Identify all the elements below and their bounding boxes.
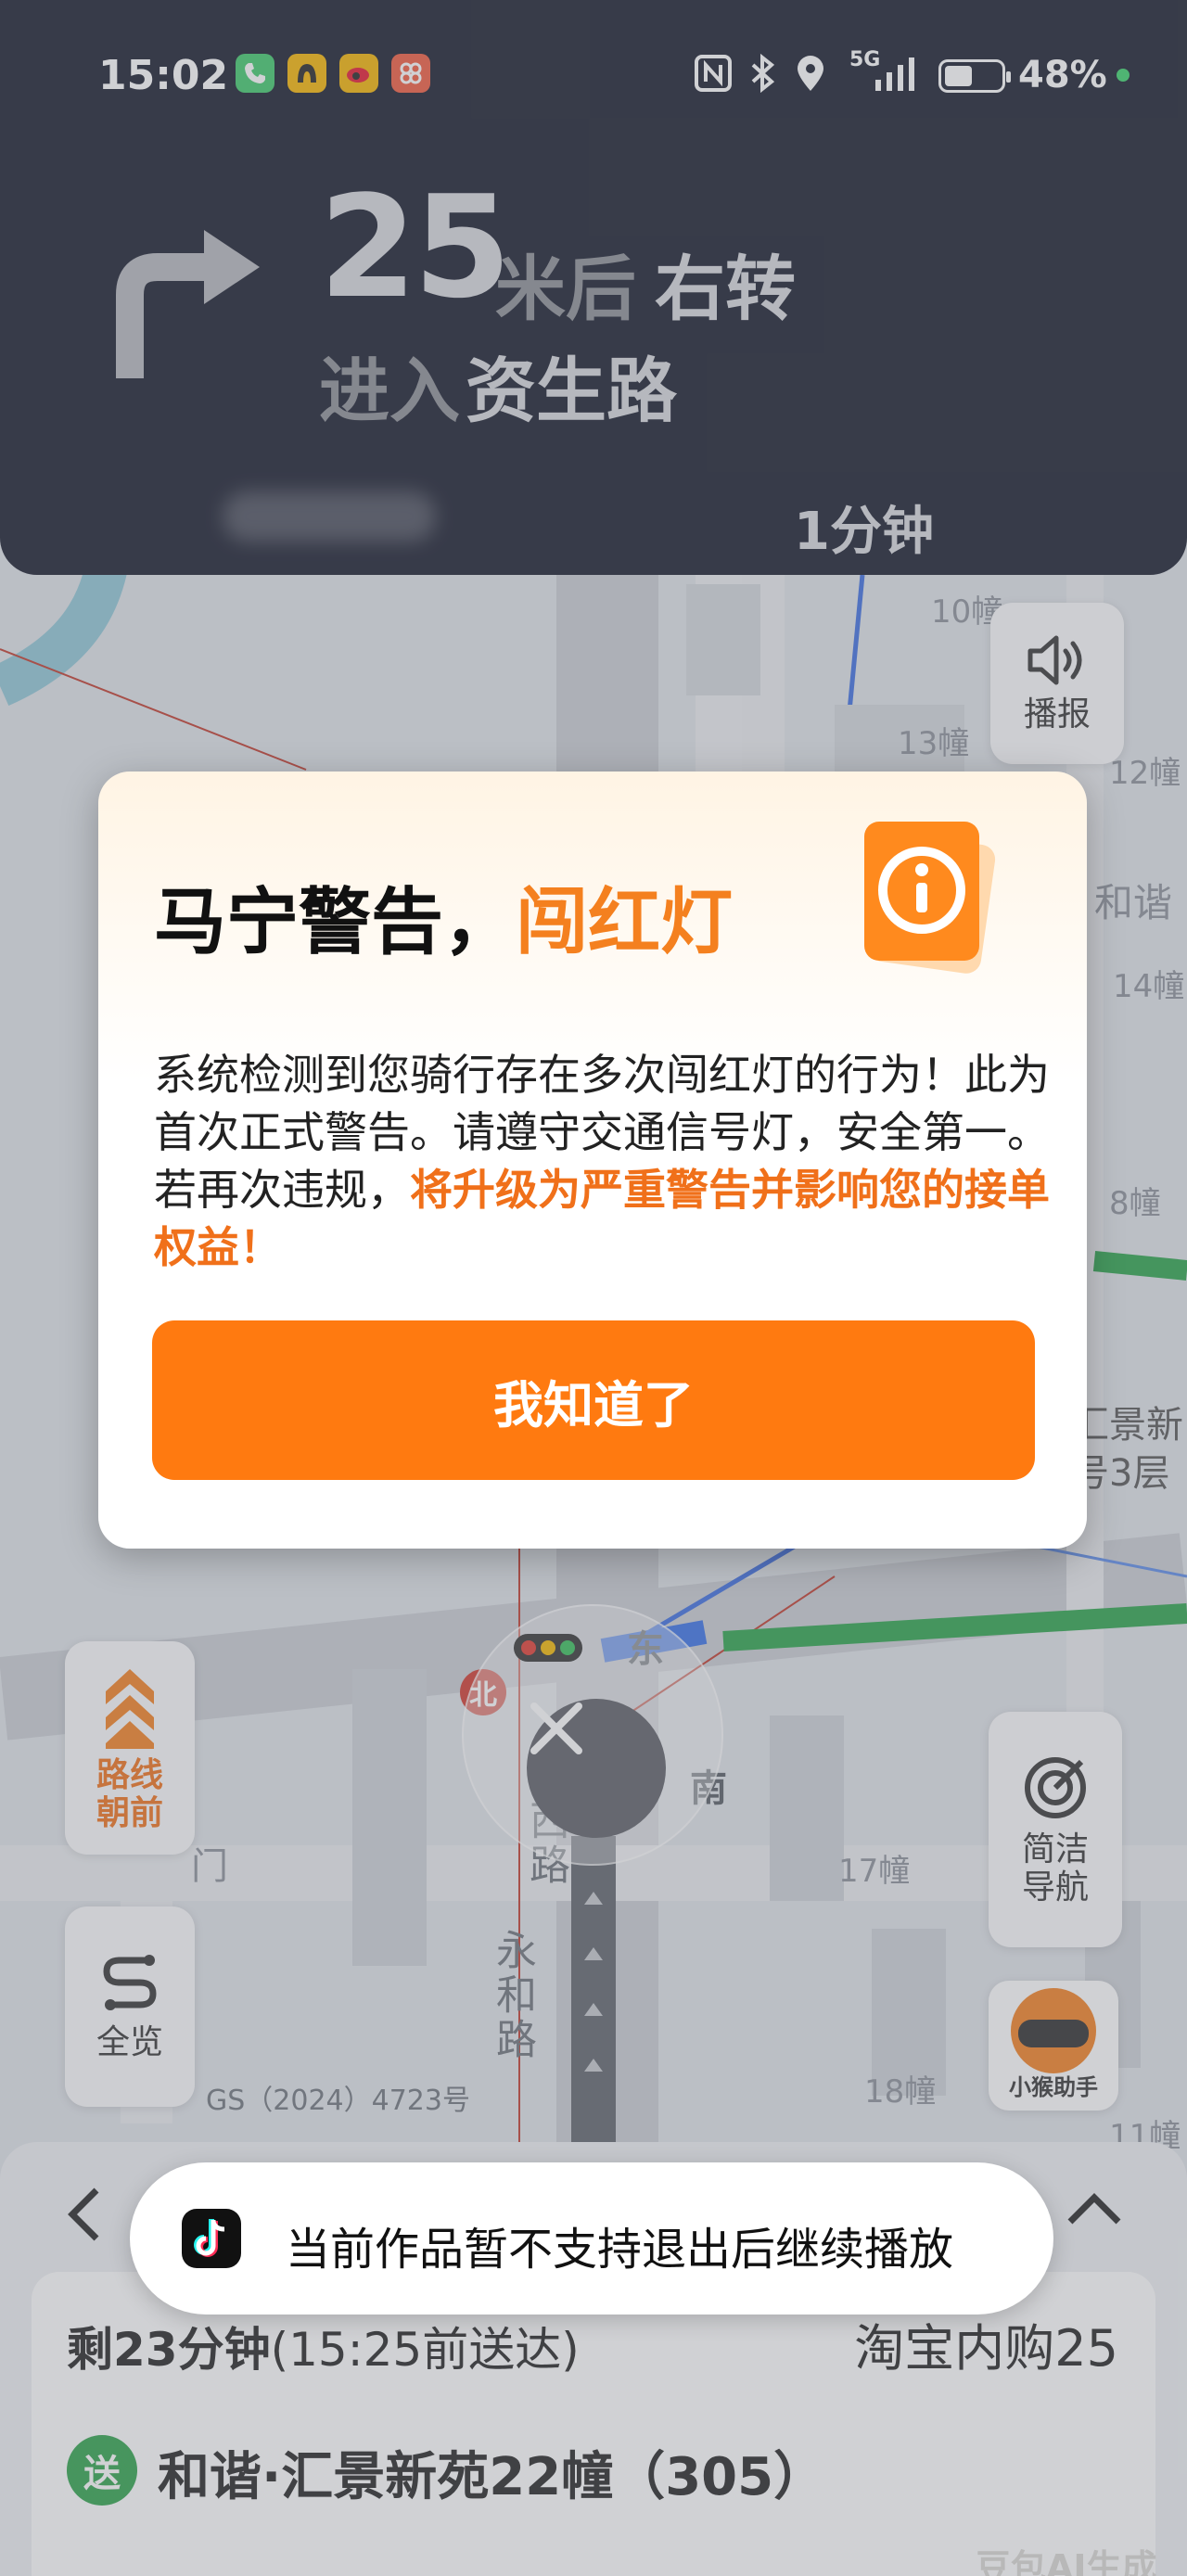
turn-right-icon	[116, 230, 260, 378]
remaining-time: 剩23分钟(15:25前送达)	[67, 2313, 580, 2379]
info-icon	[864, 822, 996, 974]
enter-label: 进入	[319, 350, 460, 432]
map-license: GS（2024）4723号	[206, 2085, 470, 2117]
simple-nav-button[interactable]: 简洁导航	[989, 1712, 1122, 1947]
remaining-distance-blurred	[223, 491, 436, 542]
map-label: 17幢	[838, 1853, 911, 1890]
order-platform: 淘宝内购25	[854, 2319, 1118, 2378]
deliver-badge: 送	[67, 2435, 137, 2506]
map-label: 13幢	[898, 725, 970, 762]
status-time: 15:02	[98, 52, 229, 99]
dialog-title-prefix: 马宁警告，	[154, 881, 517, 964]
weibo-icon	[339, 54, 378, 93]
close-icon	[530, 1702, 582, 1754]
dialog-message: 系统检测到您骑行存在多次闯红灯的行为！此为首次正式警告。请遵守交通信号灯，安全第…	[154, 1046, 1063, 1276]
road-label: 永和路	[489, 1929, 536, 2062]
distance-unit: 米后	[495, 248, 636, 330]
acknowledge-button[interactable]: 我知道了	[152, 1320, 1035, 1480]
apps-icon	[391, 54, 430, 93]
overview-button[interactable]: 全览	[65, 1906, 195, 2107]
broadcast-label: 播报	[1023, 695, 1091, 734]
toast-notification: 当前作品暂不支持退出后继续播放	[130, 2162, 1053, 2315]
assistant-label: 小猴助手	[1009, 2074, 1098, 2100]
amap-icon	[287, 54, 326, 93]
status-bar: 15:02 5G 48%	[0, 0, 1187, 148]
delivery-address: 和谐·汇景新苑22幢（305）	[158, 2447, 826, 2507]
red-light-warning-dialog: 马宁警告，闯红灯 系统检测到您骑行存在多次闯红灯的行为！此为首次正式警告。请遵守…	[98, 772, 1087, 1549]
map-label: 8幢	[1109, 1185, 1161, 1222]
map-label: 和谐	[1094, 880, 1173, 925]
overview-icon	[103, 1955, 157, 2011]
map-label: 14幢	[1113, 968, 1185, 1005]
location-icon	[794, 54, 827, 102]
watermark: 豆包AI生成	[976, 2547, 1157, 2576]
nfc-icon	[694, 54, 733, 102]
route-ahead-label: 路线朝前	[96, 1755, 163, 1832]
phone-icon	[236, 54, 274, 93]
map-label: 18幢	[864, 2073, 937, 2111]
turn-action: 右转	[655, 248, 796, 330]
navigation-banner: 15:02 5G 48% 25 米后 右转 进入 资生路 1分钟	[0, 0, 1187, 575]
assistant-button[interactable]: 小猴助手	[989, 1981, 1118, 2111]
map-label: 汇景新	[1072, 1404, 1183, 1447]
dialog-title-highlight: 闯红灯	[516, 881, 734, 964]
deadline-label: (15:25前送达)	[270, 2323, 580, 2377]
battery-percent: 48%	[1018, 54, 1107, 96]
bluetooth-icon	[749, 53, 777, 102]
privacy-indicator	[1117, 69, 1130, 82]
tiktok-icon	[182, 2209, 241, 2268]
close-button[interactable]	[527, 1699, 666, 1838]
dialog-title: 马宁警告，闯红灯	[154, 864, 733, 968]
route-ahead-button[interactable]: 路线朝前	[65, 1641, 195, 1855]
next-road-name: 资生路	[466, 350, 677, 432]
broadcast-button[interactable]: 播报	[990, 603, 1124, 764]
map-label: 门	[191, 1845, 228, 1888]
back-chevron-icon[interactable]	[65, 2185, 102, 2244]
signal-icon	[872, 54, 916, 102]
battery-icon	[938, 59, 1011, 93]
eta-label: 1分钟	[794, 502, 934, 562]
expand-chevron-icon[interactable]	[1065, 2190, 1124, 2227]
remaining-label: 剩23分钟	[67, 2323, 271, 2377]
overview-label: 全览	[96, 2023, 163, 2062]
speaker-icon	[1027, 635, 1082, 685]
target-icon	[1025, 1756, 1086, 1818]
turn-distance: 25	[319, 165, 512, 329]
traffic-light-icon	[514, 1634, 582, 1662]
simple-nav-label: 简洁导航	[1021, 1830, 1089, 1906]
route-ahead-icon	[106, 1668, 154, 1749]
toast-message: 当前作品暂不支持退出后继续播放	[286, 2224, 954, 2276]
